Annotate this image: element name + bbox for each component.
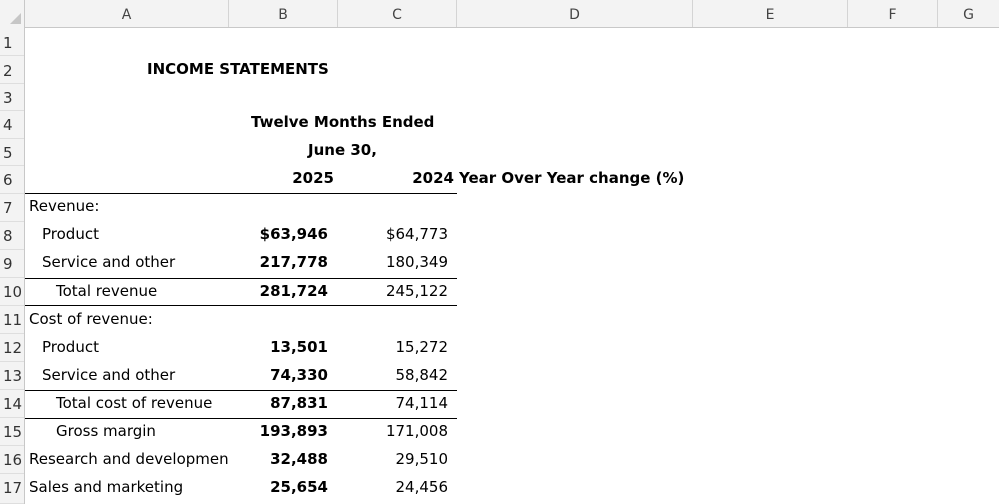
- row-header[interactable]: 15: [0, 418, 24, 446]
- row-header[interactable]: 3: [0, 84, 24, 111]
- line-label[interactable]: Total cost of revenue: [56, 394, 212, 412]
- row-header[interactable]: 12: [0, 334, 24, 362]
- value-current[interactable]: 193,893: [229, 422, 328, 440]
- column-header-g[interactable]: G: [938, 0, 999, 27]
- select-all-button[interactable]: [0, 0, 25, 27]
- spreadsheet-grid: A B C D E F G 1 2 3 4 5 6 7 8 9 10 11 12…: [0, 0, 999, 504]
- select-all-icon: [10, 13, 21, 24]
- value-prior[interactable]: 245,122: [338, 282, 448, 300]
- line-label[interactable]: Revenue:: [29, 197, 99, 215]
- value-current[interactable]: 13,501: [229, 338, 328, 356]
- value-current[interactable]: 281,724: [229, 282, 328, 300]
- row-header[interactable]: 16: [0, 446, 24, 474]
- column-header-a[interactable]: A: [25, 0, 229, 27]
- value-current[interactable]: 74,330: [229, 366, 328, 384]
- yoy-change-header: Year Over Year change (%): [459, 169, 685, 187]
- subtotal-rule: [25, 278, 457, 279]
- subtotal-rule: [25, 390, 457, 391]
- row-header[interactable]: 11: [0, 306, 24, 334]
- year-prior-header: 2024: [412, 169, 454, 187]
- row-header[interactable]: 13: [0, 362, 24, 390]
- row-header[interactable]: 17: [0, 474, 24, 504]
- line-label[interactable]: Service and other: [42, 253, 175, 271]
- value-current[interactable]: $63,946: [229, 225, 328, 243]
- row-header[interactable]: 14: [0, 390, 24, 418]
- row-header[interactable]: 5: [0, 139, 24, 166]
- period-header-line1: Twelve Months Ended: [251, 113, 435, 131]
- value-current[interactable]: 25,654: [229, 478, 328, 496]
- year-current-header: 2025: [292, 169, 334, 187]
- line-label[interactable]: Cost of revenue:: [29, 310, 153, 328]
- value-prior[interactable]: 58,842: [338, 366, 449, 384]
- line-label[interactable]: Service and other: [42, 366, 175, 384]
- row-header[interactable]: 10: [0, 278, 24, 306]
- column-header-e[interactable]: E: [693, 0, 848, 27]
- line-label[interactable]: Gross margin: [56, 422, 156, 440]
- line-label[interactable]: Research and developmen: [29, 450, 229, 468]
- header-underline: [25, 193, 457, 194]
- value-prior[interactable]: 180,349: [338, 253, 448, 271]
- column-header-f[interactable]: F: [848, 0, 938, 27]
- value-current[interactable]: 32,488: [229, 450, 328, 468]
- value-prior[interactable]: 15,272: [338, 338, 449, 356]
- line-label[interactable]: Sales and marketing: [29, 478, 183, 496]
- row-header[interactable]: 6: [0, 166, 24, 194]
- line-label[interactable]: Product: [42, 338, 99, 356]
- value-prior[interactable]: 29,510: [338, 450, 449, 468]
- value-prior[interactable]: 171,008: [338, 422, 448, 440]
- total-rule: [25, 305, 457, 306]
- row-header[interactable]: 9: [0, 250, 24, 278]
- period-header-line2: June 30,: [308, 141, 377, 159]
- row-header[interactable]: 1: [0, 28, 24, 56]
- value-current[interactable]: 87,831: [229, 394, 328, 412]
- statement-title: INCOME STATEMENTS: [147, 60, 329, 78]
- value-prior[interactable]: 74,114: [338, 394, 449, 412]
- column-header-d[interactable]: D: [457, 0, 693, 27]
- row-header[interactable]: 8: [0, 222, 24, 250]
- total-rule: [25, 418, 457, 419]
- row-header[interactable]: 7: [0, 194, 24, 222]
- value-prior[interactable]: $64,773: [338, 225, 448, 243]
- line-label[interactable]: Product: [42, 225, 99, 243]
- column-header-b[interactable]: B: [229, 0, 338, 27]
- row-header[interactable]: 2: [0, 56, 24, 84]
- value-prior[interactable]: 24,456: [338, 478, 449, 496]
- column-header-c[interactable]: C: [338, 0, 457, 27]
- line-label[interactable]: Total revenue: [56, 282, 157, 300]
- row-header[interactable]: 4: [0, 111, 24, 139]
- value-current[interactable]: 217,778: [229, 253, 328, 271]
